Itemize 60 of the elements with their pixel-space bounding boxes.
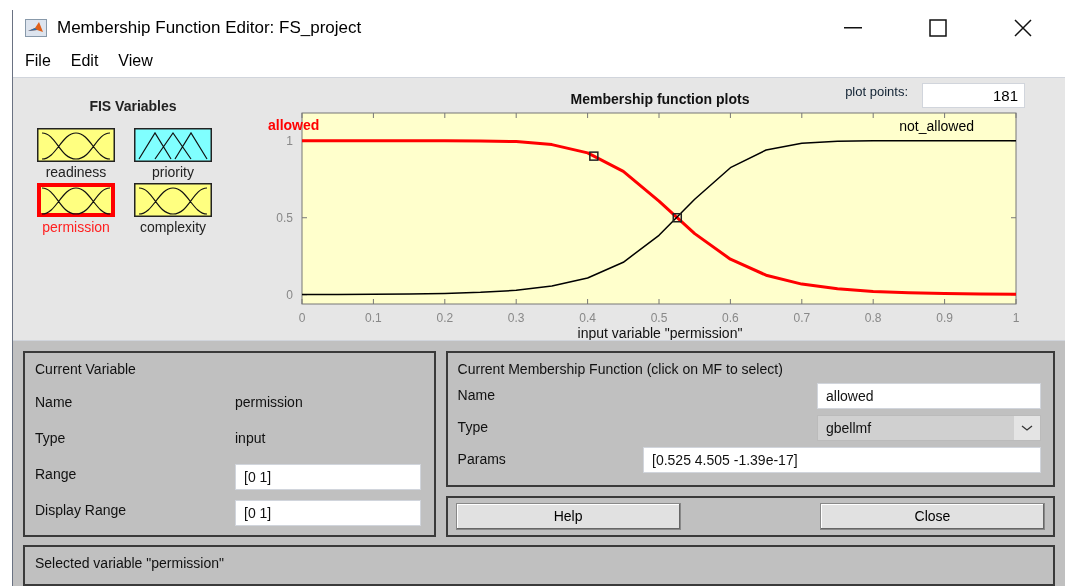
y-tick-label: 0.5 (276, 210, 293, 225)
panel-title: Current Membership Function (click on MF to select) (457, 360, 784, 379)
chevron-down-icon (1014, 416, 1040, 440)
x-tick-label: 0.1 (365, 311, 382, 325)
triangle-functions-icon[interactable] (133, 127, 213, 163)
x-tick-label: 0.2 (436, 311, 454, 325)
x-tick-label: 0 (298, 311, 306, 325)
curve-handle[interactable] (672, 213, 682, 223)
menu-item[interactable]: View (110, 49, 161, 73)
type-dropdown[interactable]: gbellmf (817, 415, 1041, 441)
plot-points-label: plot points: (845, 85, 908, 98)
y-tick-label: 1 (286, 133, 293, 148)
field-label: Range (35, 464, 78, 484)
membership-curves-drawing[interactable] (301, 139, 1017, 296)
text-field[interactable]: [0 1] (235, 464, 421, 490)
field-label: Type (457, 418, 488, 437)
x-tick-label: 0.5 (650, 311, 668, 325)
field-label: Name (35, 392, 74, 412)
variable-label: priority (152, 163, 194, 181)
dialog-button[interactable]: Help (455, 503, 681, 530)
x-tick-label: 0.3 (507, 311, 525, 325)
curve-label: not_allowed (899, 118, 974, 134)
status-text: Selected variable "permission" (35, 555, 224, 571)
panel-title: Current Variable (35, 360, 137, 379)
field-label: Type (35, 428, 67, 448)
curve-handle[interactable] (589, 151, 599, 161)
menu-item[interactable]: File (17, 49, 59, 73)
plot-points-field[interactable]: 181 (922, 83, 1025, 108)
variable-label: permission (42, 218, 110, 236)
window-title: Membership Function Editor: FS_project (57, 16, 362, 39)
menu-item[interactable]: Edit (62, 49, 107, 73)
maximize-icon (928, 18, 947, 37)
chart-title: Membership function plots (570, 91, 750, 107)
app-logo-icon (25, 18, 47, 37)
field-label: Name (457, 386, 495, 405)
curve-label: allowed (268, 117, 320, 133)
field-value: permission (235, 392, 303, 412)
bell-functions-icon[interactable] (36, 182, 116, 218)
x-tick-label: 1 (1012, 311, 1020, 325)
x-tick-label: 0.4 (579, 311, 596, 325)
x-tick-label: 0.9 (936, 311, 953, 325)
x-tick-label: 0.7 (793, 311, 811, 325)
bell-functions-icon[interactable] (36, 127, 116, 163)
text-field[interactable]: [0.525 4.505 -1.39e-17] (643, 447, 1041, 473)
dialog-button[interactable]: Close (820, 503, 1045, 530)
x-tick-label: 0.6 (722, 311, 739, 325)
bell-functions-icon[interactable] (133, 182, 213, 218)
y-tick-label: 0 (286, 287, 293, 302)
variable-label: complexity (139, 218, 207, 236)
variable-label: readiness (45, 163, 107, 181)
text-field[interactable]: allowed (817, 383, 1041, 409)
field-label: Display Range (35, 500, 128, 520)
x-axis-label: input variable "permission" (577, 325, 743, 340)
close-icon (1013, 18, 1032, 37)
x-tick-label: 0.8 (864, 311, 882, 325)
minimize-icon (843, 26, 862, 29)
text-field[interactable]: [0 1] (235, 500, 421, 526)
field-value: input (235, 428, 266, 448)
panel-title: FIS Variables (89, 97, 177, 116)
field-label: Params (457, 450, 506, 469)
